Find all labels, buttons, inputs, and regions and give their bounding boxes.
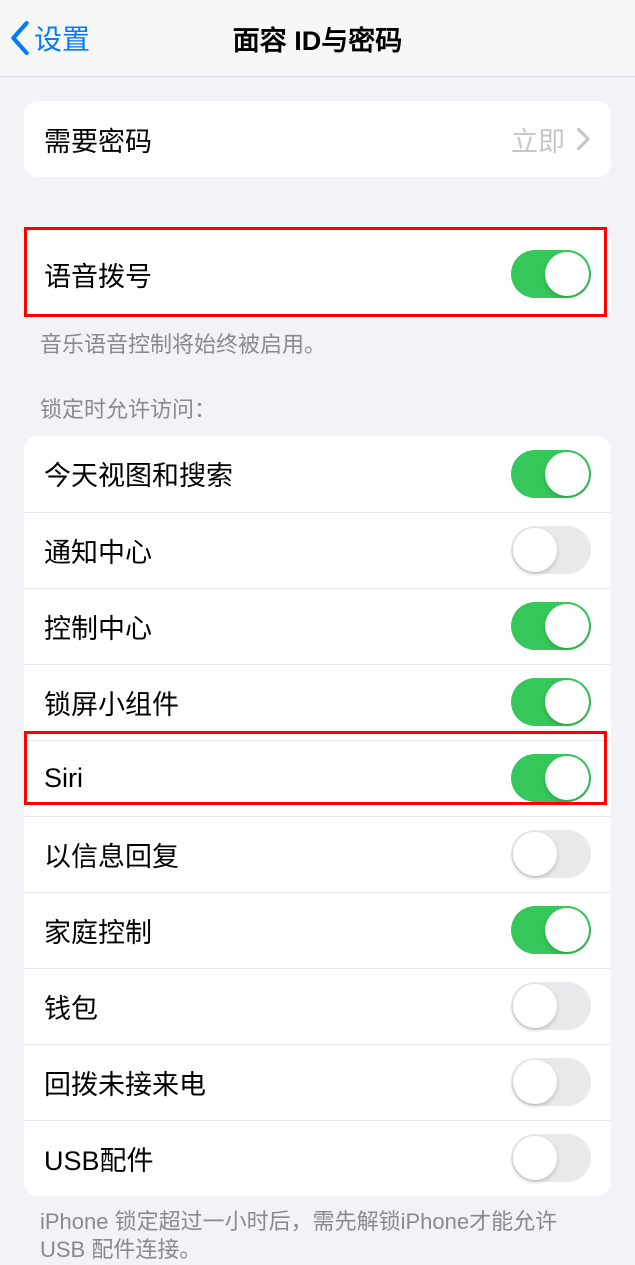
require-passcode-label: 需要密码: [44, 120, 152, 159]
lock-widgets-toggle[interactable]: [511, 678, 591, 726]
callback-missed-label: 回拨未接来电: [44, 1063, 206, 1102]
passcode-group: 需要密码 立即: [24, 101, 611, 177]
control-center-row: 控制中心: [24, 588, 611, 664]
notification-center-label: 通知中心: [44, 531, 152, 570]
control-center-toggle[interactable]: [511, 602, 591, 650]
home-control-row: 家庭控制: [24, 892, 611, 968]
wallet-row: 钱包: [24, 968, 611, 1044]
wallet-label: 钱包: [44, 987, 98, 1026]
chevron-right-icon: [577, 128, 591, 150]
chevron-left-icon: [10, 21, 30, 55]
siri-row: Siri: [24, 740, 611, 816]
voice-dial-group: 语音拨号: [24, 229, 611, 319]
today-view-row: 今天视图和搜索: [24, 436, 611, 512]
back-label: 设置: [34, 18, 90, 58]
nav-title: 面容 ID与密码: [233, 19, 403, 58]
siri-toggle[interactable]: [511, 754, 591, 802]
usb-accessories-label: USB配件: [44, 1139, 154, 1178]
back-button[interactable]: 设置: [10, 18, 90, 58]
lock-access-footer: iPhone 锁定超过一小时后，需先解锁iPhone才能允许USB 配件连接。: [0, 1196, 635, 1265]
require-passcode-value: 立即: [511, 120, 565, 159]
reply-message-toggle[interactable]: [511, 830, 591, 878]
reply-message-label: 以信息回复: [44, 835, 179, 874]
require-passcode-row[interactable]: 需要密码 立即: [24, 101, 611, 177]
voice-dial-row: 语音拨号: [24, 229, 611, 319]
voice-dial-footer: 音乐语音控制将始终被启用。: [0, 319, 635, 360]
reply-message-row: 以信息回复: [24, 816, 611, 892]
nav-bar: 设置 面容 ID与密码: [0, 0, 635, 77]
today-view-toggle[interactable]: [511, 450, 591, 498]
home-control-label: 家庭控制: [44, 911, 152, 950]
notification-center-toggle[interactable]: [511, 526, 591, 574]
usb-accessories-toggle[interactable]: [511, 1134, 591, 1182]
lock-access-group: 今天视图和搜索通知中心控制中心锁屏小组件 Siri 以信息回复家庭控制钱包回拨未接来…: [24, 436, 611, 1196]
home-control-toggle[interactable]: [511, 906, 591, 954]
voice-dial-toggle[interactable]: [511, 250, 591, 298]
wallet-toggle[interactable]: [511, 982, 591, 1030]
lock-widgets-label: 锁屏小组件: [44, 683, 179, 722]
notification-center-row: 通知中心: [24, 512, 611, 588]
usb-accessories-row: USB配件: [24, 1120, 611, 1196]
siri-label: Siri: [44, 763, 83, 794]
control-center-label: 控制中心: [44, 607, 152, 646]
lock-widgets-row: 锁屏小组件: [24, 664, 611, 740]
today-view-label: 今天视图和搜索: [44, 454, 233, 493]
callback-missed-row: 回拨未接来电: [24, 1044, 611, 1120]
callback-missed-toggle[interactable]: [511, 1058, 591, 1106]
lock-access-header: 锁定时允许访问：: [0, 360, 635, 436]
voice-dial-label: 语音拨号: [44, 255, 152, 294]
